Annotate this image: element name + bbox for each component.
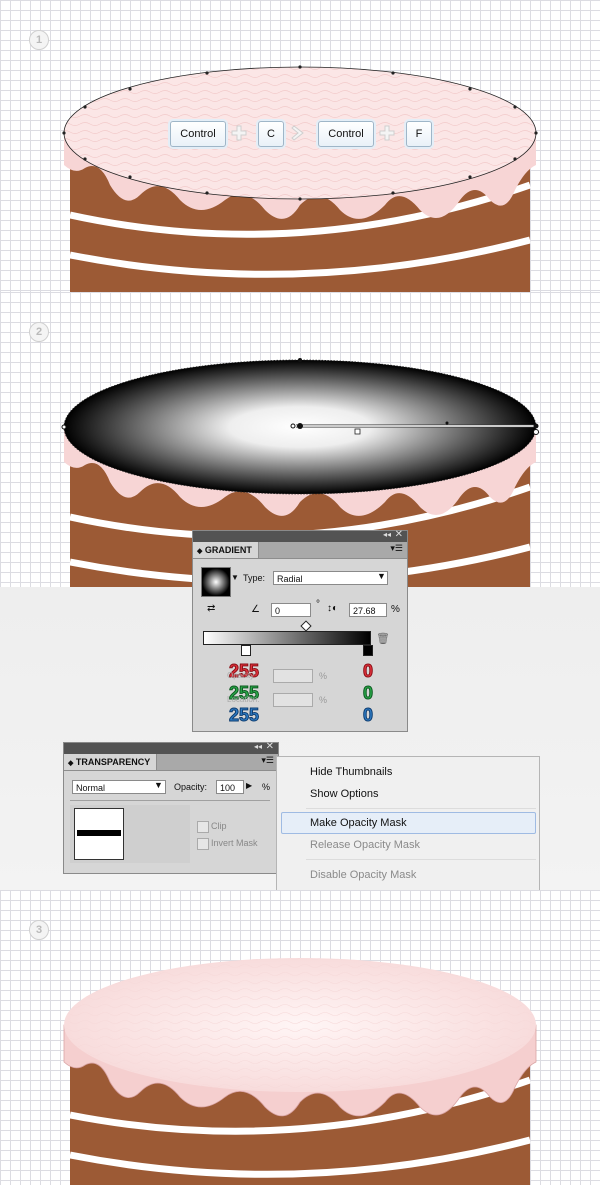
transparency-flyout-menu: Hide Thumbnails Show Options Make Opacit…	[276, 756, 540, 892]
opacity-input[interactable]	[273, 669, 313, 683]
location-ghost-label: Location:	[227, 695, 260, 704]
blue-value-left: 255	[228, 705, 260, 726]
invert-mask-label: Invert Mask	[211, 838, 258, 848]
panel-titlebar[interactable]: ◂◂ ✕	[64, 741, 278, 754]
key-control-1: Control	[170, 121, 226, 147]
menu-item-release-opacity-mask[interactable]: Release Opacity Mask	[310, 835, 420, 855]
collapse-icon[interactable]: ◂◂	[254, 742, 262, 751]
step-3-section: 3	[0, 890, 600, 1185]
opacity-ghost-label: Opacity:	[227, 671, 257, 680]
divider	[70, 800, 270, 801]
type-select[interactable]: Radial	[273, 571, 388, 585]
menu-item-hide-thumbnails[interactable]: Hide Thumbnails	[310, 762, 392, 782]
plus-icon	[379, 125, 395, 141]
midpoint-slider[interactable]	[300, 620, 312, 632]
gradient-slider[interactable]	[203, 631, 371, 645]
menu-icon[interactable]: ▾☰	[261, 755, 274, 766]
menu-item-disable-opacity-mask[interactable]: Disable Opacity Mask	[310, 865, 416, 885]
key-f: F	[406, 121, 432, 147]
angle-unit: °	[316, 599, 320, 610]
gradient-swatch[interactable]	[201, 567, 231, 597]
green-value-right: 0	[362, 683, 374, 704]
aspect-ratio-input[interactable]: 27.68	[349, 603, 387, 617]
trash-icon[interactable]: 🗑	[376, 632, 390, 645]
clip-checkbox[interactable]	[197, 821, 209, 833]
swatch-dropdown-icon[interactable]: ▼	[231, 573, 239, 587]
object-thumbnail[interactable]	[74, 808, 124, 860]
menu-separator	[306, 859, 536, 860]
chevron-down-icon[interactable]: ▼	[154, 780, 163, 790]
color-stop-black[interactable]	[363, 645, 373, 656]
type-label: Type:	[243, 573, 266, 583]
blue-value-right: 0	[362, 705, 374, 726]
clip-label: Clip	[211, 821, 227, 831]
tab-transparency[interactable]: ◆ TRANSPARENCY	[64, 754, 158, 770]
opacity-unit: %	[319, 671, 328, 681]
opacity-label: Opacity:	[174, 782, 208, 792]
chevron-down-icon[interactable]: ▼	[377, 571, 386, 581]
transparency-panel: ◂◂ ✕ ◆ TRANSPARENCY ▾☰ Normal ▼ Opacity:…	[63, 741, 279, 874]
menu-item-show-options[interactable]: Show Options	[310, 784, 378, 804]
blend-mode-select[interactable]: Normal	[72, 780, 166, 794]
chevron-right-icon	[291, 125, 304, 141]
location-unit: %	[319, 695, 328, 705]
menu-icon[interactable]: ▾☰	[390, 543, 403, 554]
opacity-unit: %	[262, 782, 271, 792]
cake-illustration-3	[63, 958, 537, 1185]
angle-icon: ∠	[251, 604, 260, 615]
red-value-right: 0	[362, 661, 374, 682]
plus-icon	[231, 125, 247, 141]
swap-icon[interactable]: ⇄	[207, 603, 223, 619]
key-control-2: Control	[318, 121, 374, 147]
aspect-icon: ↕◐	[327, 603, 339, 614]
opacity-input[interactable]: 100	[216, 780, 244, 794]
chevron-right-icon[interactable]: ▶	[246, 781, 252, 790]
close-icon[interactable]: ✕	[266, 741, 274, 752]
panel-titlebar[interactable]: ◂◂ ✕	[193, 529, 407, 542]
cake-illustration-1	[62, 65, 538, 292]
collapse-icon[interactable]: ◂◂	[383, 530, 391, 539]
menu-item-make-opacity-mask[interactable]: Make Opacity Mask	[310, 813, 407, 833]
menu-separator	[306, 808, 536, 809]
close-icon[interactable]: ✕	[395, 529, 403, 540]
key-c: C	[258, 121, 284, 147]
aspect-unit: %	[391, 604, 400, 615]
gradient-panel: ◂◂ ✕ ◆ GRADIENT ▾☰ ▼ Type: Radial ▼ ⇄ ∠ …	[192, 529, 408, 732]
step-1-section: 1 Control C Control F	[0, 0, 600, 292]
location-input[interactable]	[273, 693, 313, 707]
color-stop-white[interactable]	[241, 645, 251, 656]
angle-input[interactable]: 0	[271, 603, 311, 617]
invert-mask-checkbox[interactable]	[197, 838, 209, 850]
tab-gradient[interactable]: ◆ GRADIENT	[193, 542, 259, 558]
